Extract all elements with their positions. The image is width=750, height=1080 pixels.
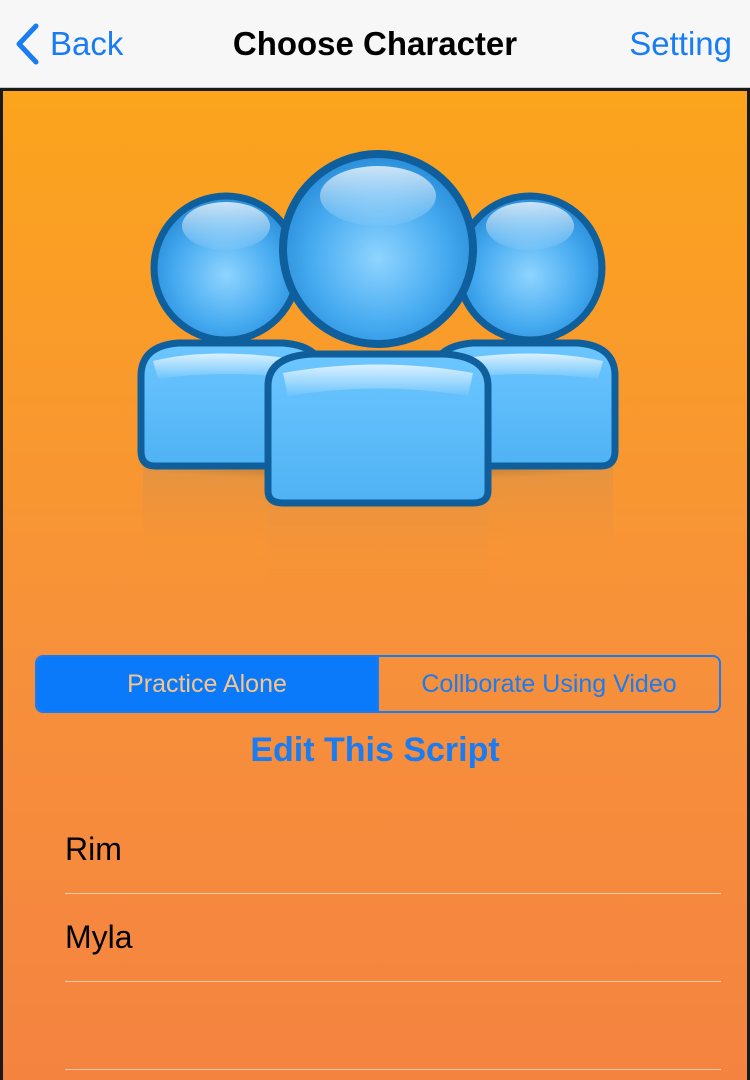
navigation-bar: Back Choose Character Setting <box>0 0 750 88</box>
edit-script-button[interactable]: Edit This Script <box>3 731 747 770</box>
setting-button[interactable]: Setting <box>629 0 732 88</box>
character-item-rim[interactable]: Rim <box>65 806 721 894</box>
content-area: Practice Alone Collborate Using Video Ed… <box>0 88 750 1080</box>
back-button-label: Back <box>50 25 124 62</box>
segment-practice-alone[interactable]: Practice Alone <box>37 657 377 711</box>
character-item-myla[interactable]: Myla <box>65 894 721 982</box>
segment-collaborate-video[interactable]: Collborate Using Video <box>377 657 719 711</box>
choose-character-screen: Back Choose Character Setting Practice A… <box>0 0 750 1080</box>
mode-segmented-control: Practice Alone Collborate Using Video <box>35 655 721 713</box>
chevron-left-icon <box>16 23 39 65</box>
back-button[interactable]: Back <box>14 20 123 68</box>
group-users-icon <box>128 150 628 591</box>
character-item-empty[interactable] <box>65 982 721 1070</box>
